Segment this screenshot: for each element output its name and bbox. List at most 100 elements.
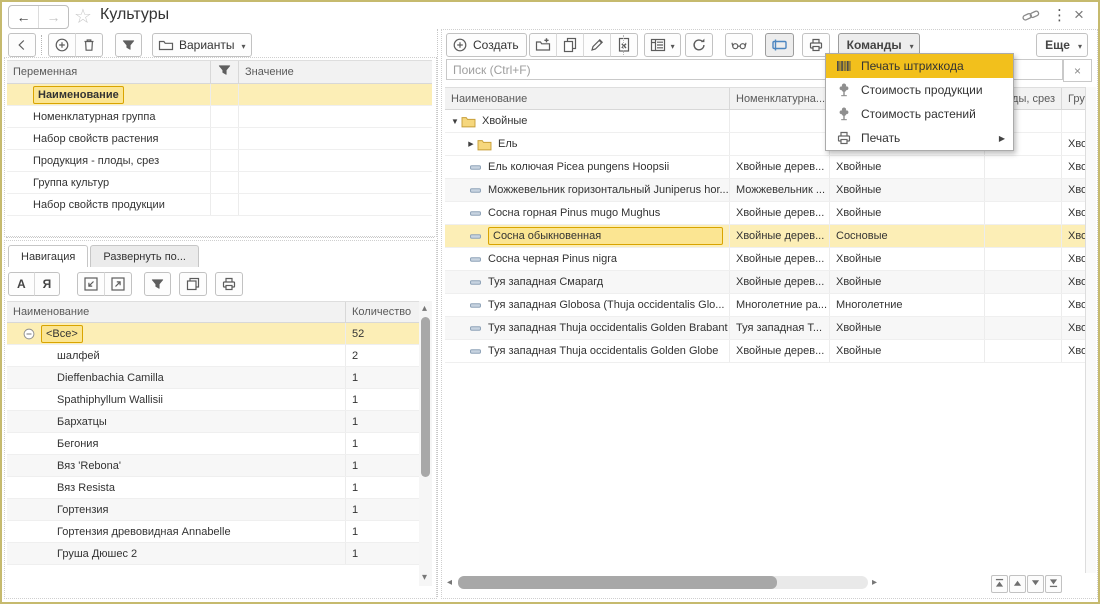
show-tree-button[interactable] (765, 33, 794, 57)
tree-col-0[interactable]: Наименование (445, 88, 730, 109)
filter-button[interactable] (115, 33, 142, 57)
props-row[interactable]: Группа культур (7, 172, 432, 194)
nav-row[interactable]: Вяз 'Rebona'1 (7, 455, 419, 477)
menu-plants-cost[interactable]: Стоимость растений (826, 102, 1013, 126)
menu-item-label: Печать (861, 131, 900, 145)
delete-button[interactable] (75, 33, 103, 57)
tree-table-vscrollbar[interactable] (1085, 87, 1096, 573)
tree-production-cell (985, 202, 1062, 224)
expander-icon[interactable]: ▶ (465, 140, 477, 148)
add-button[interactable] (48, 33, 76, 57)
favorite-star-icon[interactable]: ☆ (74, 4, 92, 29)
sort-a-button[interactable]: А (8, 272, 35, 296)
col-count[interactable]: Количество (346, 302, 419, 322)
tree-item-row[interactable]: Можжевельник горизонтальный Juniperus ho… (445, 179, 1085, 202)
tree-nomgroup-cell: Туя западная Т... (730, 317, 830, 339)
tree-col-1[interactable]: Номенклатурна... (730, 88, 830, 109)
tree-item-row[interactable]: Сосна горная Pinus mugo MughusХвойные де… (445, 202, 1085, 225)
col-name[interactable]: Наименование (7, 302, 346, 322)
create-group-button[interactable] (529, 33, 557, 57)
tree-item-row[interactable]: Туя западная СмарагдХвойные дерев...Хвой… (445, 271, 1085, 294)
nav-row[interactable]: Гортензия древовидная Annabelle1 (7, 521, 419, 543)
edit-button[interactable] (583, 33, 611, 57)
copy-button[interactable] (556, 33, 584, 57)
nav-count: 1 (346, 389, 419, 410)
window-menu-button[interactable]: ⋮ (1052, 6, 1067, 24)
tree-col-4[interactable]: Группа культур (1062, 88, 1085, 109)
nav-row[interactable]: <Все>52 (7, 323, 419, 345)
nav-row[interactable]: Бархатцы1 (7, 411, 419, 433)
tab-expand-by[interactable]: Развернуть по... (90, 245, 199, 267)
scroll-down-icon[interactable]: ▾ (422, 573, 427, 583)
tree-item-row[interactable]: Ель колючая Picea pungens HoopsiiХвойные… (445, 156, 1085, 179)
nav-table-scrollbar[interactable]: ▴ ▾ (419, 301, 432, 586)
get-link-button[interactable] (1022, 9, 1040, 28)
props-row[interactable]: Набор свойств растения (7, 128, 432, 150)
nav-row[interactable]: Вяз Resista1 (7, 477, 419, 499)
props-row[interactable]: Продукция - плоды, срез (7, 150, 432, 172)
go-last-button[interactable] (1045, 575, 1062, 593)
panel-icon (771, 37, 788, 53)
horizontal-splitter[interactable] (6, 237, 434, 238)
nav-row[interactable]: Dieffenbachia Camilla1 (7, 367, 419, 389)
scroll-right-icon[interactable]: ▸ (872, 578, 877, 588)
view-mode-button[interactable]: ▾ (644, 33, 681, 57)
print-button[interactable] (215, 272, 243, 296)
forward-button[interactable]: → (39, 6, 68, 28)
nav-name-label: Dieffenbachia Camilla (57, 372, 164, 384)
menu-item-label: Стоимость растений (861, 107, 976, 121)
props-row[interactable]: Номенклатурная группа (7, 106, 432, 128)
scroll-up-icon[interactable]: ▴ (422, 304, 427, 314)
col-value[interactable]: Значение (239, 61, 432, 83)
col-filter[interactable] (211, 61, 239, 83)
nav-row[interactable]: Бегония1 (7, 433, 419, 455)
refresh-button[interactable] (685, 33, 713, 57)
tab-navigation[interactable]: Навигация (8, 245, 88, 267)
search-clear-button[interactable]: × (1063, 59, 1092, 82)
tree-propset-cell: Хвойные (830, 179, 985, 201)
more-button[interactable]: Еще▾ (1036, 33, 1088, 57)
variants-button[interactable]: Варианты▾ (152, 33, 252, 57)
close-button[interactable]: × (1074, 5, 1084, 25)
tree-item-row[interactable]: Сосна черная Pinus nigraХвойные дерев...… (445, 248, 1085, 271)
tree-culturegroup-cell: Хвойные (1062, 225, 1085, 247)
search-settings-button[interactable] (725, 33, 753, 57)
h-scrollbar-thumb[interactable] (458, 576, 777, 589)
tree-name-cell: Сосна черная Pinus nigra (445, 248, 730, 270)
tree-item-row[interactable]: Сосна обыкновеннаяХвойные дерев...Соснов… (445, 225, 1085, 248)
scrollbar-thumb[interactable] (421, 317, 430, 477)
nav-name: шалфей (7, 345, 346, 366)
vertical-splitter[interactable] (437, 29, 438, 597)
record-nav-buttons (990, 575, 1062, 593)
h-scrollbar-track[interactable] (458, 576, 868, 589)
props-row[interactable]: Наименование (7, 84, 432, 106)
go-prev-button[interactable] (1009, 575, 1026, 593)
menu-production-cost[interactable]: Стоимость продукции (826, 78, 1013, 102)
tree-culturegroup-cell: Хвойные (1062, 133, 1085, 155)
nav-row[interactable]: шалфей2 (7, 345, 419, 367)
tree-item-row[interactable]: Туя западная Globosa (Thuja occidentalis… (445, 294, 1085, 317)
col-variable[interactable]: Переменная (7, 61, 211, 83)
nav-row[interactable]: Гортензия1 (7, 499, 419, 521)
menu-print-barcode[interactable]: Печать штрихкода (826, 54, 1013, 78)
expand-all-button[interactable] (104, 272, 132, 296)
open-in-window-button[interactable] (179, 272, 207, 296)
filter-button[interactable] (144, 272, 171, 296)
expander-icon[interactable]: ▼ (449, 117, 461, 126)
sort-z-button[interactable]: Я (34, 272, 61, 296)
go-next-button[interactable] (1027, 575, 1044, 593)
tree-item-row[interactable]: Туя западная Thuja occidentalis Golden B… (445, 317, 1085, 340)
props-row[interactable]: Набор свойств продукции (7, 194, 432, 216)
tree-item-row[interactable]: Туя западная Thuja occidentalis Golden G… (445, 340, 1085, 363)
nav-row[interactable]: Spathiphyllum Wallisii1 (7, 389, 419, 411)
menu-print[interactable]: Печать▶ (826, 126, 1013, 150)
collapse-all-button[interactable] (77, 272, 105, 296)
create-button[interactable]: Создать (446, 33, 527, 57)
go-first-button[interactable] (991, 575, 1008, 593)
item-dash-icon (469, 184, 482, 197)
tree-production-cell (985, 340, 1062, 362)
nav-row[interactable]: Груша Дюшес 21 (7, 543, 419, 565)
scroll-left-icon[interactable]: ◂ (447, 578, 452, 588)
back-button[interactable]: ← (9, 6, 39, 28)
collapse-left-panel-button[interactable] (8, 33, 36, 57)
